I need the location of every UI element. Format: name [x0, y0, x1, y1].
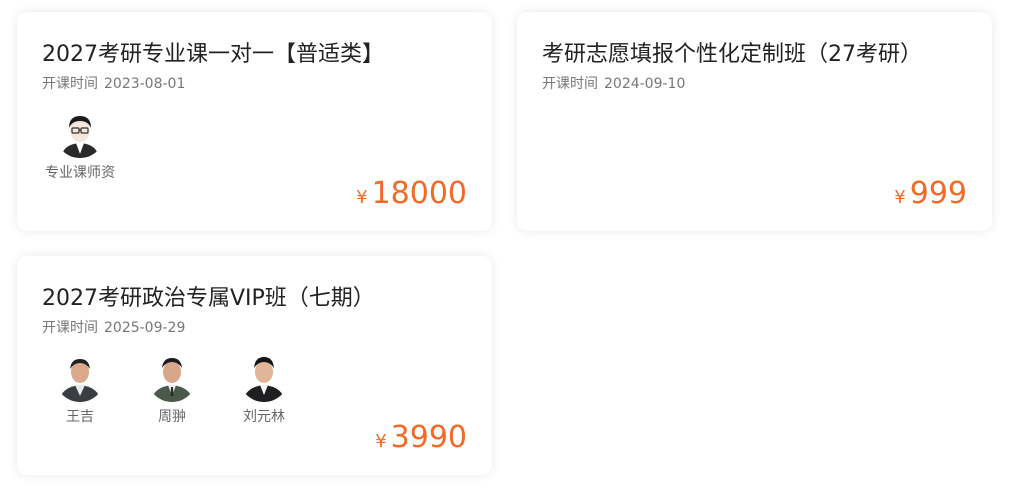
- price-amount: 3990: [390, 420, 467, 455]
- teacher-name: 王吉: [66, 409, 94, 425]
- course-title: 2027考研政治专属VIP班（七期）: [42, 286, 375, 311]
- start-label: 开课时间: [542, 76, 598, 92]
- price-amount: 18000: [371, 176, 467, 211]
- start-date: 2024-09-10: [604, 76, 686, 92]
- start-label: 开课时间: [42, 76, 98, 92]
- teacher-item[interactable]: 刘元林: [226, 352, 302, 426]
- course-price: ¥999: [894, 176, 967, 211]
- currency-symbol: ¥: [894, 187, 906, 208]
- course-card[interactable]: 2027考研专业课一对一【普适类】 开课时间 2023-08-01 专业课师资 ¥…: [17, 12, 492, 231]
- course-card[interactable]: 2027考研政治专属VIP班（七期） 开课时间 2025-09-29 王吉 周翀…: [17, 256, 492, 475]
- teacher-name: 专业课师资: [45, 165, 115, 181]
- start-date: 2023-08-01: [104, 76, 186, 92]
- teacher-name: 刘元林: [243, 409, 285, 425]
- course-price: ¥18000: [356, 176, 467, 211]
- teacher-photo-avatar-icon: [239, 352, 289, 402]
- course-title: 考研志愿填报个性化定制班（27考研）: [542, 42, 922, 67]
- start-date: 2025-09-29: [104, 320, 186, 336]
- course-start-info: 开课时间 2024-09-10: [542, 73, 685, 93]
- course-start-info: 开课时间 2025-09-29: [42, 317, 185, 337]
- currency-symbol: ¥: [375, 431, 387, 452]
- start-label: 开课时间: [42, 320, 98, 336]
- teacher-photo-avatar-icon: [147, 352, 197, 402]
- currency-symbol: ¥: [356, 187, 368, 208]
- teacher-list: 王吉 周翀 刘元林: [42, 352, 302, 426]
- teacher-item[interactable]: 王吉: [42, 352, 118, 426]
- teacher-item[interactable]: 专业课师资: [42, 108, 118, 182]
- price-amount: 999: [909, 176, 967, 211]
- teacher-item[interactable]: 周翀: [134, 352, 210, 426]
- course-price: ¥3990: [375, 420, 467, 455]
- course-card[interactable]: 考研志愿填报个性化定制班（27考研） 开课时间 2024-09-10 ¥999: [517, 12, 992, 231]
- course-title: 2027考研专业课一对一【普适类】: [42, 42, 384, 67]
- teacher-photo-avatar-icon: [55, 352, 105, 402]
- cartoon-teacher-avatar-icon: [55, 108, 105, 158]
- teacher-name: 周翀: [158, 409, 186, 425]
- teacher-list: 专业课师资: [42, 108, 118, 182]
- course-start-info: 开课时间 2023-08-01: [42, 73, 185, 93]
